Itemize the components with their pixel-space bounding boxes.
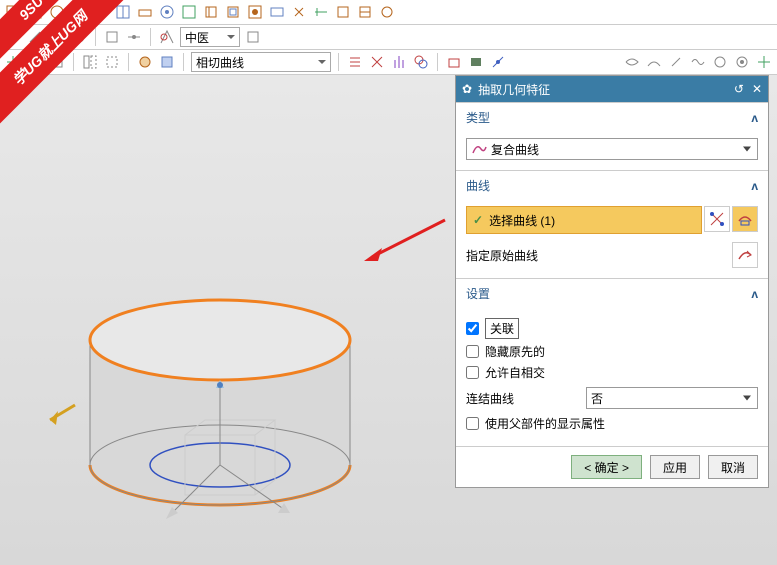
composite-curve-icon [471,141,487,157]
divider [128,53,129,71]
tb3-icon-12[interactable] [445,53,463,71]
tb3-icon-9[interactable] [368,53,386,71]
join-label: 连结曲线 [466,390,586,407]
hide-orig-label: 隐藏原先的 [485,343,545,360]
section-type: 类型 ʌ 复合曲线 [456,102,768,170]
select-curve-row[interactable]: ✓ 选择曲线 (1) [466,206,702,234]
select-sketch-btn[interactable] [732,206,758,232]
tb3-icon-8[interactable] [346,53,364,71]
lang-dropdown[interactable]: 中医 [180,27,240,47]
self-int-checkbox[interactable] [466,366,479,379]
divider [73,53,74,71]
join-combo[interactable]: 否 [586,387,758,409]
parent-disp-checkbox[interactable] [466,417,479,430]
tb-icon-18[interactable] [378,3,396,21]
tb3-icon-5[interactable] [103,53,121,71]
toolbar-row-3: 相切曲线 [0,50,777,75]
tb3-icon-4[interactable] [81,53,99,71]
filter-dropdown[interactable]: 相切曲线 [191,52,331,72]
tb2-icon-6[interactable] [125,28,143,46]
tb-icon-10[interactable] [202,3,220,21]
orig-curve-btn[interactable] [732,242,758,268]
self-int-label: 允许自相交 [485,364,545,381]
chevron-up-icon: ʌ [751,111,758,125]
tb-icon-15[interactable] [312,3,330,21]
gear-icon: ✿ [462,82,472,96]
panel-close-icon[interactable]: ✕ [752,82,762,96]
button-bar: < 确定 > 应用 取消 [456,446,768,487]
assoc-checkbox[interactable] [466,322,479,335]
orig-curve-label: 指定原始曲线 [466,247,538,264]
tb3-icon-r7[interactable] [755,53,773,71]
tb3-icon-r5[interactable] [711,53,729,71]
tb2-icon-7[interactable] [158,28,176,46]
parent-disp-label: 使用父部件的显示属性 [485,415,605,432]
tb3-icon-14[interactable] [489,53,507,71]
extract-geometry-panel: ✿ 抽取几何特征 ↺ ✕ 类型 ʌ 复合曲线 曲线 ʌ ✓ 选择曲线 [455,75,769,488]
panel-title: 抽取几何特征 [478,81,550,98]
section-type-head[interactable]: 类型 ʌ [456,103,768,132]
tb-icon-17[interactable] [356,3,374,21]
ok-button[interactable]: < 确定 > [571,455,642,479]
tb-icon-7[interactable] [136,3,154,21]
divider [437,53,438,71]
join-value: 否 [591,390,603,407]
tb-icon-9[interactable] [180,3,198,21]
select-curve-label: 选择曲线 (1) [489,212,555,229]
hide-orig-checkbox[interactable] [466,345,479,358]
tb-icon-13[interactable] [268,3,286,21]
tb-icon-11[interactable] [224,3,242,21]
type-combo-label: 复合曲线 [491,141,539,158]
section-curve-head[interactable]: 曲线 ʌ [456,171,768,200]
select-intent-btn[interactable] [704,206,730,232]
divider [338,53,339,71]
chevron-up-icon: ʌ [751,287,758,301]
tb3-icon-6[interactable] [136,53,154,71]
section-settings-head[interactable]: 设置 ʌ [456,279,768,308]
tb3-icon-10[interactable] [390,53,408,71]
cylinder-model [70,285,370,555]
tb-icon-16[interactable] [334,3,352,21]
section-type-title: 类型 [466,109,490,126]
tb3-icon-11[interactable] [412,53,430,71]
tb3-icon-r6[interactable] [733,53,751,71]
tb3-icon-r4[interactable] [689,53,707,71]
tb3-icon-r2[interactable] [645,53,663,71]
section-settings-title: 设置 [466,285,490,302]
apply-button[interactable]: 应用 [650,455,700,479]
divider [150,28,151,46]
tb-icon-14[interactable] [290,3,308,21]
assoc-label: 关联 [485,318,519,339]
divider [95,28,96,46]
cancel-button[interactable]: 取消 [708,455,758,479]
tb2-icon-8[interactable] [244,28,262,46]
toolbar-row-2: 中医 [0,25,777,50]
tb3-icon-7[interactable] [158,53,176,71]
divider [183,53,184,71]
panel-header[interactable]: ✿ 抽取几何特征 ↺ ✕ [456,76,768,102]
check-icon: ✓ [473,213,483,227]
section-settings: 设置 ʌ 关联 隐藏原先的 允许自相交 连结曲线 否 [456,278,768,446]
tb-icon-12[interactable] [246,3,264,21]
section-curve: 曲线 ʌ ✓ 选择曲线 (1) 指定原始曲线 [456,170,768,278]
type-combo[interactable]: 复合曲线 [466,138,758,160]
panel-undo-icon[interactable]: ↺ [734,82,744,96]
chevron-up-icon: ʌ [751,179,758,193]
section-curve-title: 曲线 [466,177,490,194]
tb3-icon-r3[interactable] [667,53,685,71]
tb2-icon-5[interactable] [103,28,121,46]
tb3-icon-r1[interactable] [623,53,641,71]
tb-icon-8[interactable] [158,3,176,21]
tb3-icon-13[interactable] [467,53,485,71]
